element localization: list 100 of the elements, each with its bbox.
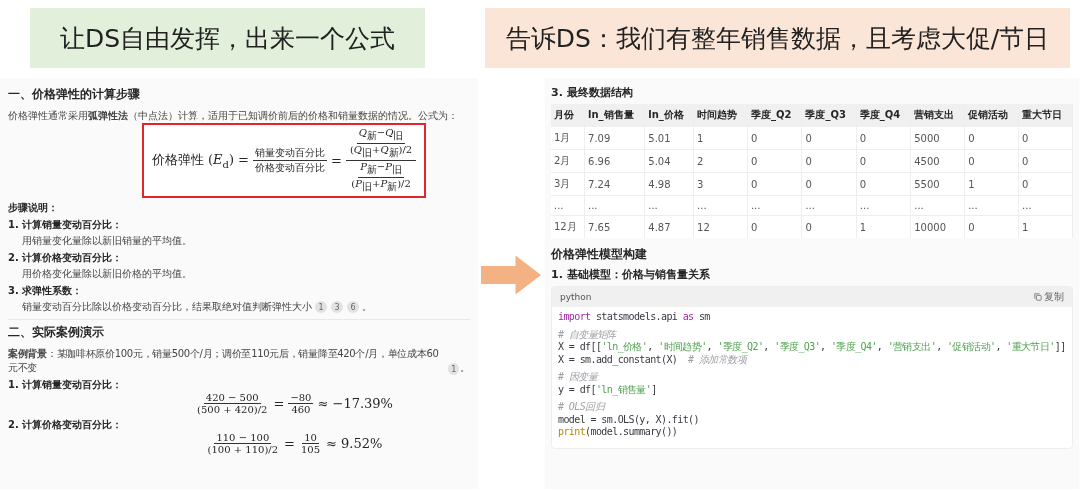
math-text: −80 — [290, 392, 312, 403]
table-cell: 3月 — [551, 172, 585, 196]
math-text: = — [331, 153, 342, 168]
table-cell: 0 — [747, 215, 802, 238]
table-cell: 1 — [856, 215, 911, 238]
column-header: 重大节日 — [1018, 104, 1073, 127]
code-line: # 自变量矩阵 — [558, 328, 616, 341]
math-text: ≈ 9.52% — [326, 436, 383, 451]
column-header: 季度_Q2 — [747, 104, 802, 127]
code-line: print(model.summary()) — [558, 426, 678, 439]
step-text: 用销量变化量除以新旧销量的平均值。 — [22, 234, 192, 248]
code-line: import statsmodels.api as sm — [558, 311, 710, 324]
table-cell: 7.09 — [584, 126, 645, 150]
table-cell: 0 — [801, 172, 857, 196]
step-title: 2. 计算价格变动百分比： — [8, 418, 124, 432]
table-cell: 7.24 — [584, 172, 645, 196]
code-line: model = sm.OLS(y, X).fit() — [558, 413, 699, 426]
citation-badge[interactable]: 3 — [331, 301, 343, 313]
table-cell: 0 — [747, 172, 802, 196]
table-cell: ... — [584, 195, 645, 216]
table-cell: 4.87 — [644, 215, 694, 238]
table-cell: 0 — [1018, 172, 1073, 196]
table-cell: 5.01 — [644, 126, 694, 150]
code-line: X = df[['ln_价格', '时间趋势', '季度_Q2', '季度_Q3', '季度_Q4', '营销支出', '促销活动', '重大节日']] — [558, 341, 1066, 354]
banner-title: 让DS自由发挥，出来一个公式 — [30, 8, 425, 68]
step-title: 1. 计算销量变动百分比： — [8, 218, 124, 232]
table-cell: ... — [964, 195, 1019, 216]
math-text: 价格变动百分比 — [255, 161, 325, 175]
table-cell: 7.65 — [584, 215, 645, 238]
math-text: 价格弹性 (E$_{d}$) = — [151, 151, 249, 170]
copy-icon — [1034, 293, 1042, 301]
column-header: 时间趋势 — [693, 104, 748, 127]
step-title: 2. 计算价格变动百分比： — [8, 251, 124, 265]
table-cell: 6.96 — [584, 149, 645, 173]
math-text: 105 — [300, 444, 321, 455]
code-line: # 因变量 — [558, 371, 598, 384]
paragraph: 案例背景：某咖啡杯原价100元，销量500个/月；调价至110元后，销量降至420个/月，单位成本60元不变 — [8, 347, 440, 375]
table-cell: ... — [551, 195, 585, 216]
table-cell: 1 — [1018, 215, 1073, 238]
table-cell: 0 — [856, 126, 911, 150]
math-text: 460 — [291, 404, 311, 415]
table-cell: 0 — [856, 149, 911, 173]
table-cell: ... — [644, 195, 694, 216]
table-cell: 4500 — [910, 149, 965, 173]
math-text: 420 − 500 — [205, 392, 259, 403]
paragraph: 价格弹性通常采用弧弹性法（中点法）计算，适用于已知调价前后的价格和销量数据的情况。公式为： — [8, 109, 459, 123]
table-cell: ... — [801, 195, 857, 216]
steps-label: 步骤说明： — [8, 201, 59, 215]
math-text: (500 + 420)/2 — [197, 404, 268, 415]
table-cell: ... — [910, 195, 965, 216]
table-cell: 0 — [1018, 149, 1073, 173]
table-cell: 5.04 — [644, 149, 694, 173]
code-line: X = sm.add_constant(X) # 添加常数项 — [558, 353, 746, 366]
punctuation: 。 — [362, 300, 372, 314]
citation-badge[interactable]: 1 — [447, 363, 460, 375]
column-header: ln_销售量 — [584, 104, 645, 127]
citation-badge[interactable]: 1 — [315, 301, 327, 313]
table-cell: 0 — [964, 126, 1019, 150]
math-text: 110 − 100 — [216, 432, 270, 443]
math-text: 10 — [304, 432, 317, 443]
citation-badge[interactable]: 6 — [347, 301, 359, 313]
step-title: 3. 求弹性系数： — [8, 284, 84, 298]
punctuation: 。 — [460, 361, 470, 375]
banner-title: 告诉DS：我们有整年销售数据，且考虑大促/节日 — [485, 8, 1070, 68]
table-cell: 0 — [747, 126, 802, 150]
subsection-heading: 1. 基础模型：价格与销售量关系 — [551, 267, 711, 282]
table-cell: 5000 — [910, 126, 965, 150]
table-cell: 12月 — [551, 215, 585, 238]
table-cell: 2月 — [551, 149, 585, 173]
table-cell: ... — [747, 195, 802, 216]
code-line: y = df['ln_销售量'] — [558, 383, 657, 396]
table-cell: ... — [856, 195, 911, 216]
language-label: python — [560, 292, 592, 302]
table-cell: 0 — [964, 215, 1019, 238]
section-heading: 3. 最终数据结构 — [551, 85, 634, 100]
table-cell: 1月 — [551, 126, 585, 150]
right-arrow-icon — [481, 253, 541, 297]
table-cell: 0 — [801, 126, 857, 150]
table-cell: 0 — [964, 149, 1019, 173]
table-cell: 5500 — [910, 172, 965, 196]
table-cell: 0 — [1018, 126, 1073, 150]
section-heading: 一、价格弹性的计算步骤 — [8, 86, 141, 103]
column-header: 促销活动 — [964, 104, 1019, 127]
table-cell: ... — [1018, 195, 1073, 216]
section-heading: 二、实际案例演示 — [8, 324, 105, 341]
table-cell: 12 — [693, 215, 748, 238]
math-text: ≈ −17.39% — [317, 396, 393, 411]
table-cell: 10000 — [910, 215, 965, 238]
table-cell: 0 — [856, 172, 911, 196]
table-cell: 1 — [964, 172, 1019, 196]
math-text: = — [284, 436, 295, 451]
math-text: 销量变动百分比 — [255, 146, 325, 160]
math-text: (100 + 110)/2 — [207, 444, 279, 455]
step-title: 1. 计算销量变动百分比： — [8, 378, 124, 392]
copy-button[interactable]: 复制 — [1034, 290, 1064, 304]
column-header: ln_价格 — [644, 104, 694, 127]
table-cell: 1 — [693, 126, 748, 150]
step-text: 用价格变化量除以新旧价格的平均值。 — [22, 267, 192, 281]
step-text: 销量变动百分比除以价格变动百分比，结果取绝对值判断弹性大小 — [22, 300, 312, 314]
column-header: 季度_Q3 — [801, 104, 857, 127]
